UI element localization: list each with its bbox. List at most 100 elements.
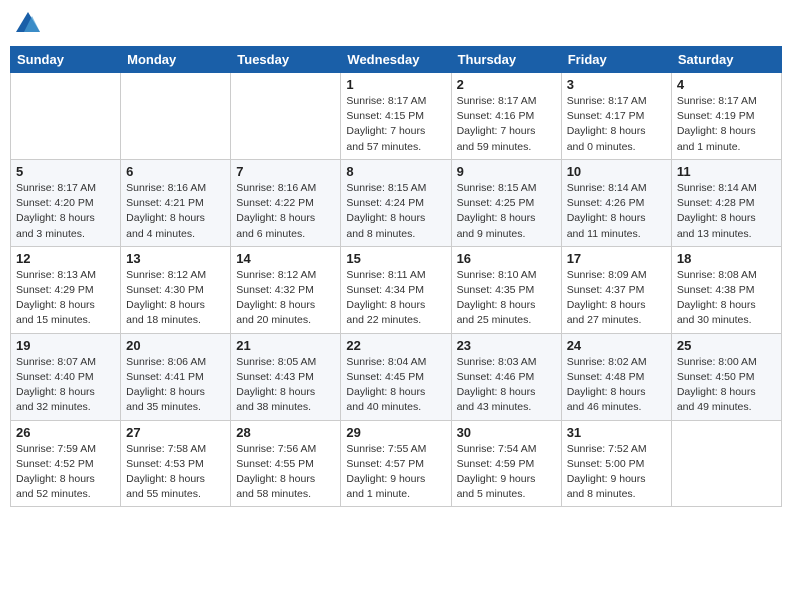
day-number: 24	[567, 338, 666, 353]
page-header	[10, 10, 782, 38]
day-cell: 7 Sunrise: 8:16 AM Sunset: 4:22 PM Daylig…	[231, 159, 341, 246]
day-number: 5	[16, 164, 115, 179]
day-number: 14	[236, 251, 335, 266]
day-info: Sunrise: 8:00 AM Sunset: 4:50 PM Dayligh…	[677, 355, 776, 416]
day-info: Sunrise: 8:03 AM Sunset: 4:46 PM Dayligh…	[457, 355, 556, 416]
day-cell: 21 Sunrise: 8:05 AM Sunset: 4:43 PM Dayli…	[231, 333, 341, 420]
day-info: Sunrise: 8:15 AM Sunset: 4:24 PM Dayligh…	[346, 181, 445, 242]
day-cell: 29 Sunrise: 7:55 AM Sunset: 4:57 PM Dayli…	[341, 420, 451, 507]
day-info: Sunrise: 8:04 AM Sunset: 4:45 PM Dayligh…	[346, 355, 445, 416]
day-cell: 28 Sunrise: 7:56 AM Sunset: 4:55 PM Dayli…	[231, 420, 341, 507]
weekday-header-monday: Monday	[121, 47, 231, 73]
day-cell: 12 Sunrise: 8:13 AM Sunset: 4:29 PM Dayli…	[11, 246, 121, 333]
day-number: 8	[346, 164, 445, 179]
day-number: 18	[677, 251, 776, 266]
day-cell: 17 Sunrise: 8:09 AM Sunset: 4:37 PM Dayli…	[561, 246, 671, 333]
day-number: 22	[346, 338, 445, 353]
day-number: 13	[126, 251, 225, 266]
day-cell: 8 Sunrise: 8:15 AM Sunset: 4:24 PM Daylig…	[341, 159, 451, 246]
day-info: Sunrise: 8:10 AM Sunset: 4:35 PM Dayligh…	[457, 268, 556, 329]
day-number: 19	[16, 338, 115, 353]
day-cell	[231, 73, 341, 160]
day-cell	[121, 73, 231, 160]
day-info: Sunrise: 8:05 AM Sunset: 4:43 PM Dayligh…	[236, 355, 335, 416]
day-cell	[671, 420, 781, 507]
week-row-5: 26 Sunrise: 7:59 AM Sunset: 4:52 PM Dayli…	[11, 420, 782, 507]
logo-icon	[14, 10, 42, 38]
day-number: 28	[236, 425, 335, 440]
day-info: Sunrise: 8:17 AM Sunset: 4:20 PM Dayligh…	[16, 181, 115, 242]
day-cell: 16 Sunrise: 8:10 AM Sunset: 4:35 PM Dayli…	[451, 246, 561, 333]
day-number: 25	[677, 338, 776, 353]
day-cell: 18 Sunrise: 8:08 AM Sunset: 4:38 PM Dayli…	[671, 246, 781, 333]
day-info: Sunrise: 8:02 AM Sunset: 4:48 PM Dayligh…	[567, 355, 666, 416]
day-cell: 10 Sunrise: 8:14 AM Sunset: 4:26 PM Dayli…	[561, 159, 671, 246]
day-cell: 9 Sunrise: 8:15 AM Sunset: 4:25 PM Daylig…	[451, 159, 561, 246]
weekday-header-saturday: Saturday	[671, 47, 781, 73]
day-number: 21	[236, 338, 335, 353]
day-info: Sunrise: 8:17 AM Sunset: 4:16 PM Dayligh…	[457, 94, 556, 155]
weekday-header-sunday: Sunday	[11, 47, 121, 73]
day-number: 3	[567, 77, 666, 92]
day-cell: 19 Sunrise: 8:07 AM Sunset: 4:40 PM Dayli…	[11, 333, 121, 420]
day-number: 30	[457, 425, 556, 440]
day-cell: 25 Sunrise: 8:00 AM Sunset: 4:50 PM Dayli…	[671, 333, 781, 420]
day-info: Sunrise: 7:56 AM Sunset: 4:55 PM Dayligh…	[236, 442, 335, 503]
day-number: 1	[346, 77, 445, 92]
day-cell: 14 Sunrise: 8:12 AM Sunset: 4:32 PM Dayli…	[231, 246, 341, 333]
day-cell: 1 Sunrise: 8:17 AM Sunset: 4:15 PM Daylig…	[341, 73, 451, 160]
day-cell: 27Sunrise: 7:58 AM Sunset: 4:53 PM Dayli…	[121, 420, 231, 507]
day-info: Sunrise: 7:59 AM Sunset: 4:52 PM Dayligh…	[16, 442, 115, 503]
calendar-table: SundayMondayTuesdayWednesdayThursdayFrid…	[10, 46, 782, 507]
day-info: Sunrise: 8:09 AM Sunset: 4:37 PM Dayligh…	[567, 268, 666, 329]
day-number: 12	[16, 251, 115, 266]
day-number: 7	[236, 164, 335, 179]
day-number: 29	[346, 425, 445, 440]
day-number: 31	[567, 425, 666, 440]
day-number: 26	[16, 425, 115, 440]
week-row-2: 5 Sunrise: 8:17 AM Sunset: 4:20 PM Daylig…	[11, 159, 782, 246]
day-info: Sunrise: 7:58 AM Sunset: 4:53 PM Dayligh…	[126, 442, 225, 503]
day-info: Sunrise: 7:55 AM Sunset: 4:57 PM Dayligh…	[346, 442, 445, 503]
day-cell: 3 Sunrise: 8:17 AM Sunset: 4:17 PM Daylig…	[561, 73, 671, 160]
day-number: 20	[126, 338, 225, 353]
day-info: Sunrise: 8:16 AM Sunset: 4:22 PM Dayligh…	[236, 181, 335, 242]
day-cell: 4Sunrise: 8:17 AM Sunset: 4:19 PM Daylig…	[671, 73, 781, 160]
day-number: 15	[346, 251, 445, 266]
day-info: Sunrise: 8:07 AM Sunset: 4:40 PM Dayligh…	[16, 355, 115, 416]
day-cell: 24 Sunrise: 8:02 AM Sunset: 4:48 PM Dayli…	[561, 333, 671, 420]
weekday-header-friday: Friday	[561, 47, 671, 73]
day-info: Sunrise: 8:14 AM Sunset: 4:26 PM Dayligh…	[567, 181, 666, 242]
day-number: 16	[457, 251, 556, 266]
day-cell: 31 Sunrise: 7:52 AM Sunset: 5:00 PM Dayli…	[561, 420, 671, 507]
day-info: Sunrise: 8:12 AM Sunset: 4:32 PM Dayligh…	[236, 268, 335, 329]
day-info: Sunrise: 8:17 AM Sunset: 4:17 PM Dayligh…	[567, 94, 666, 155]
day-info: Sunrise: 8:06 AM Sunset: 4:41 PM Dayligh…	[126, 355, 225, 416]
day-cell: 2 Sunrise: 8:17 AM Sunset: 4:16 PM Daylig…	[451, 73, 561, 160]
day-cell: 22 Sunrise: 8:04 AM Sunset: 4:45 PM Dayli…	[341, 333, 451, 420]
day-info: Sunrise: 8:12 AM Sunset: 4:30 PM Dayligh…	[126, 268, 225, 329]
day-info: Sunrise: 7:52 AM Sunset: 5:00 PM Dayligh…	[567, 442, 666, 503]
day-number: 17	[567, 251, 666, 266]
day-cell: 13 Sunrise: 8:12 AM Sunset: 4:30 PM Dayli…	[121, 246, 231, 333]
day-info: Sunrise: 8:14 AM Sunset: 4:28 PM Dayligh…	[677, 181, 776, 242]
day-cell	[11, 73, 121, 160]
day-number: 2	[457, 77, 556, 92]
week-row-3: 12 Sunrise: 8:13 AM Sunset: 4:29 PM Dayli…	[11, 246, 782, 333]
day-info: Sunrise: 8:15 AM Sunset: 4:25 PM Dayligh…	[457, 181, 556, 242]
weekday-header-row: SundayMondayTuesdayWednesdayThursdayFrid…	[11, 47, 782, 73]
day-info: Sunrise: 8:16 AM Sunset: 4:21 PM Dayligh…	[126, 181, 225, 242]
day-number: 10	[567, 164, 666, 179]
week-row-1: 1 Sunrise: 8:17 AM Sunset: 4:15 PM Daylig…	[11, 73, 782, 160]
day-number: 9	[457, 164, 556, 179]
logo	[14, 10, 46, 38]
day-cell: 6Sunrise: 8:16 AM Sunset: 4:21 PM Daylig…	[121, 159, 231, 246]
day-info: Sunrise: 8:17 AM Sunset: 4:19 PM Dayligh…	[677, 94, 776, 155]
day-cell: 11Sunrise: 8:14 AM Sunset: 4:28 PM Dayli…	[671, 159, 781, 246]
weekday-header-tuesday: Tuesday	[231, 47, 341, 73]
day-info: Sunrise: 8:13 AM Sunset: 4:29 PM Dayligh…	[16, 268, 115, 329]
day-info: Sunrise: 8:08 AM Sunset: 4:38 PM Dayligh…	[677, 268, 776, 329]
day-info: Sunrise: 8:17 AM Sunset: 4:15 PM Dayligh…	[346, 94, 445, 155]
day-cell: 23Sunrise: 8:03 AM Sunset: 4:46 PM Dayli…	[451, 333, 561, 420]
day-cell: 5 Sunrise: 8:17 AM Sunset: 4:20 PM Daylig…	[11, 159, 121, 246]
